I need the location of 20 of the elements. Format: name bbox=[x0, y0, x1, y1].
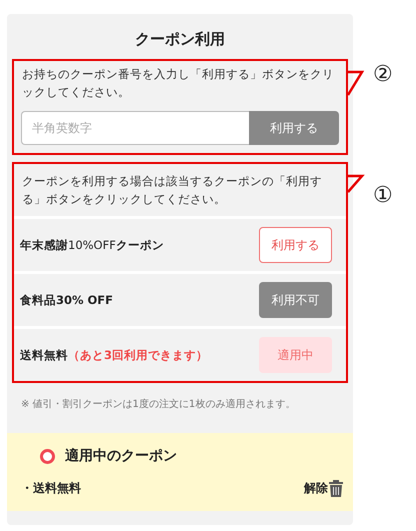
footnote-text: ※ 値引・割引クーポンは1度の注文に1枚のみ適用されます。 bbox=[20, 398, 296, 412]
panel-title: クーポン利用 bbox=[134, 29, 226, 50]
callout-number: ② bbox=[373, 62, 393, 87]
remove-button[interactable]: 解除 bbox=[304, 479, 343, 497]
trash-icon bbox=[329, 479, 343, 497]
coupon-button[interactable]: 適用中 bbox=[259, 337, 332, 373]
applied-coupon: ・送料無料 bbox=[21, 480, 81, 496]
ring-icon bbox=[40, 448, 55, 464]
coupon-code-field[interactable]: 半角英数字 bbox=[21, 111, 249, 145]
coupon-name: 食料品30% OFF bbox=[20, 292, 114, 308]
section-heading: 適用中のクーポン bbox=[65, 447, 177, 465]
coupon-note: （あと3回利用できます） bbox=[68, 348, 208, 362]
coupon-button[interactable]: 利用不可 bbox=[259, 282, 332, 318]
coupon-name: 年末感謝10%OFFクーポン bbox=[20, 238, 164, 252]
callout-number: ① bbox=[373, 183, 393, 208]
coupon-name: 送料無料 bbox=[20, 348, 68, 362]
instruction-text: お持ちのクーポン番号を入力し「利用する」ボタンをクリックしてください。 bbox=[21, 66, 335, 101]
instruction-text: クーポンを利用する場合は該当するクーポンの「利用する」ボタンをクリックしてください。 bbox=[21, 173, 323, 208]
apply-button[interactable]: 利用する bbox=[249, 111, 339, 145]
coupon-button[interactable]: 利用する bbox=[259, 227, 332, 263]
